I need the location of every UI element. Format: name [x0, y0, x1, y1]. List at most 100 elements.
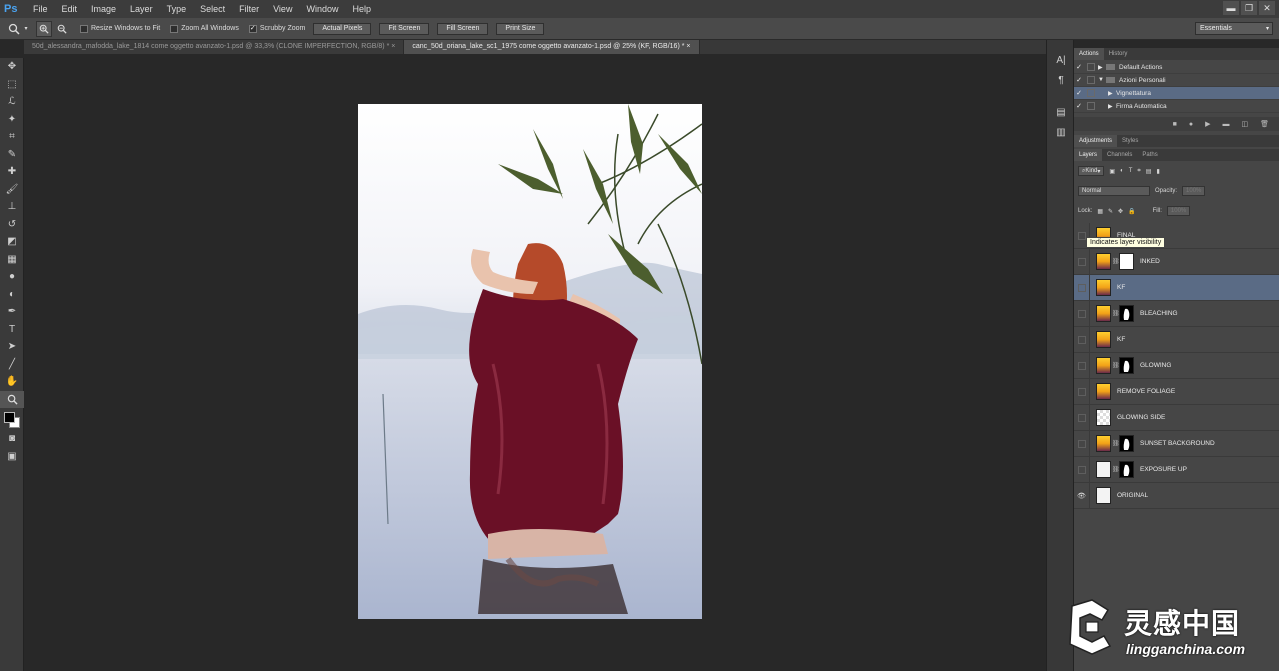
type-tool-icon[interactable]: T [0, 321, 24, 339]
checkbox-box[interactable] [80, 24, 88, 33]
layer-mask-thumbnail[interactable] [1119, 461, 1134, 478]
marquee-tool-icon[interactable]: ⬚ [0, 76, 24, 94]
tool-preset-dropdown-icon[interactable]: ▾ [22, 21, 30, 37]
layer-thumbnail[interactable] [1096, 331, 1111, 348]
filter-pixel-icon[interactable]: ▣ [1109, 168, 1115, 175]
eye-icon[interactable]: 👁 [1074, 482, 1090, 509]
new-set-icon[interactable]: ▬ [1222, 121, 1229, 128]
close-button[interactable]: ✕ [1259, 1, 1275, 15]
layer-name[interactable]: GLOWING SIDE [1117, 414, 1165, 421]
properties-panel-icon[interactable]: ▤ [1047, 102, 1075, 122]
expand-triangle-icon[interactable]: ▶ [1108, 103, 1116, 110]
menu-view[interactable]: View [266, 4, 299, 14]
layer-name[interactable]: REMOVE FOLIAGE [1117, 388, 1175, 395]
layer-row[interactable]: ⛓ BLEACHING [1074, 300, 1279, 327]
print-size-button[interactable]: Print Size [496, 22, 545, 35]
filter-shape-icon[interactable]: ⌗ [1137, 168, 1140, 175]
foreground-color-swatch[interactable] [4, 412, 15, 423]
layer-name[interactable]: SUNSET BACKGROUND [1140, 440, 1215, 447]
gradient-tool-icon[interactable]: ▦ [0, 251, 24, 269]
lock-transparent-icon[interactable]: ▦ [1097, 208, 1103, 215]
visibility-toggle[interactable] [1074, 430, 1090, 457]
zoom-all-windows-checkbox[interactable]: Zoom All Windows [170, 24, 239, 33]
menu-window[interactable]: Window [299, 4, 345, 14]
zoom-in-icon[interactable] [36, 20, 52, 37]
quick-mask-icon[interactable]: ◙ [0, 430, 24, 448]
layer-thumbnail[interactable] [1096, 253, 1111, 270]
layer-mask-thumbnail[interactable] [1119, 357, 1134, 374]
path-selection-tool-icon[interactable]: ➤ [0, 338, 24, 356]
collapse-triangle-icon[interactable]: ▼ [1098, 77, 1106, 83]
checkmark-icon[interactable]: ✓ [1074, 89, 1084, 97]
hand-tool-icon[interactable]: ✋ [0, 373, 24, 391]
checkmark-icon[interactable]: ✓ [1074, 63, 1084, 71]
visibility-box[interactable] [1077, 283, 1086, 292]
tab-styles[interactable]: Styles [1117, 135, 1143, 147]
fit-screen-button[interactable]: Fit Screen [379, 22, 430, 35]
workspace-dropdown[interactable]: Essentials ▾ [1195, 22, 1273, 35]
layer-name[interactable]: KF [1117, 336, 1125, 343]
color-swatches[interactable] [0, 408, 24, 430]
layer-name[interactable]: GLOWING [1140, 362, 1171, 369]
layer-mask-thumbnail[interactable] [1119, 253, 1134, 270]
visibility-box[interactable] [1077, 439, 1086, 448]
visibility-toggle[interactable] [1074, 352, 1090, 379]
layer-row[interactable]: ⛓ GLOWING [1074, 352, 1279, 379]
visibility-box[interactable] [1077, 257, 1086, 266]
document-photo[interactable] [358, 104, 702, 619]
link-icon[interactable]: ⛓ [1112, 310, 1120, 317]
resize-windows-checkbox[interactable]: Resize Windows to Fit [80, 24, 160, 33]
fill-screen-button[interactable]: Fill Screen [437, 22, 489, 35]
dodge-tool-icon[interactable]: ◐ [0, 286, 24, 304]
visibility-box[interactable] [1077, 231, 1086, 240]
filter-toggle-icon[interactable]: ▮ [1156, 168, 1159, 175]
move-tool-icon[interactable]: ✥ [0, 58, 24, 76]
visibility-box[interactable] [1077, 309, 1086, 318]
visibility-box[interactable] [1077, 361, 1086, 370]
dialog-toggle-box[interactable] [1087, 89, 1095, 97]
layer-row[interactable]: ⛓ SUNSET BACKGROUND [1074, 430, 1279, 457]
checkmark-icon[interactable]: ✓ [1074, 102, 1084, 110]
dialog-toggle-box[interactable] [1087, 76, 1095, 84]
layer-row[interactable]: GLOWING SIDE [1074, 404, 1279, 431]
crop-tool-icon[interactable]: ⌗ [0, 128, 24, 146]
visibility-toggle[interactable] [1074, 404, 1090, 431]
paragraph-panel-icon[interactable]: ¶ [1047, 70, 1075, 90]
document-tab[interactable]: 50d_alessandra_mafodda_lake_1814 come og… [24, 40, 405, 54]
filter-smart-object-icon[interactable]: ▤ [1146, 168, 1152, 175]
magic-wand-tool-icon[interactable]: ✦ [0, 111, 24, 129]
canvas-area[interactable] [24, 54, 1046, 671]
tab-actions[interactable]: Actions [1074, 48, 1104, 60]
menu-image[interactable]: Image [84, 4, 123, 14]
visibility-toggle[interactable] [1074, 274, 1090, 301]
restore-button[interactable]: ❐ [1241, 1, 1257, 15]
tab-close-icon[interactable]: × [686, 43, 690, 50]
layer-row[interactable]: ⛓ EXPOSURE UP [1074, 456, 1279, 483]
new-action-icon[interactable]: ◫ [1241, 120, 1248, 128]
play-icon[interactable]: ▶ [1205, 120, 1210, 128]
document-tab-active[interactable]: canc_50d_oriana_lake_sc1_1975 come ogget… [404, 40, 700, 54]
layer-name[interactable]: EXPOSURE UP [1140, 466, 1187, 473]
blend-mode-dropdown[interactable]: Normal [1078, 186, 1150, 196]
layer-filter-dropdown[interactable]: ⌕ Kind ▾ [1078, 166, 1105, 176]
dialog-toggle-box[interactable] [1087, 102, 1095, 110]
actual-pixels-button[interactable]: Actual Pixels [313, 22, 372, 35]
tab-paths[interactable]: Paths [1137, 149, 1162, 161]
layer-mask-thumbnail[interactable] [1119, 305, 1134, 322]
pen-tool-icon[interactable]: ✒ [0, 303, 24, 321]
menu-filter[interactable]: Filter [232, 4, 266, 14]
layer-name[interactable]: ORIGINAL [1117, 492, 1148, 499]
trash-icon[interactable]: 🗑 [1260, 120, 1269, 128]
visibility-toggle[interactable] [1074, 300, 1090, 327]
action-set-row[interactable]: ✓ ▼ Azioni Personali [1074, 74, 1279, 87]
layer-name[interactable]: KF [1117, 284, 1125, 291]
link-icon[interactable]: ⛓ [1112, 258, 1120, 265]
line-tool-icon[interactable]: ╱ [0, 356, 24, 374]
action-set-row[interactable]: ✓ ▶ Default Actions [1074, 61, 1279, 74]
link-icon[interactable]: ⛓ [1112, 466, 1120, 473]
layer-row[interactable]: KF [1074, 326, 1279, 353]
zoom-tool-icon[interactable] [0, 390, 24, 408]
visibility-box[interactable] [1077, 413, 1086, 422]
lock-image-icon[interactable]: ✎ [1108, 208, 1113, 215]
visibility-box[interactable] [1077, 465, 1086, 474]
